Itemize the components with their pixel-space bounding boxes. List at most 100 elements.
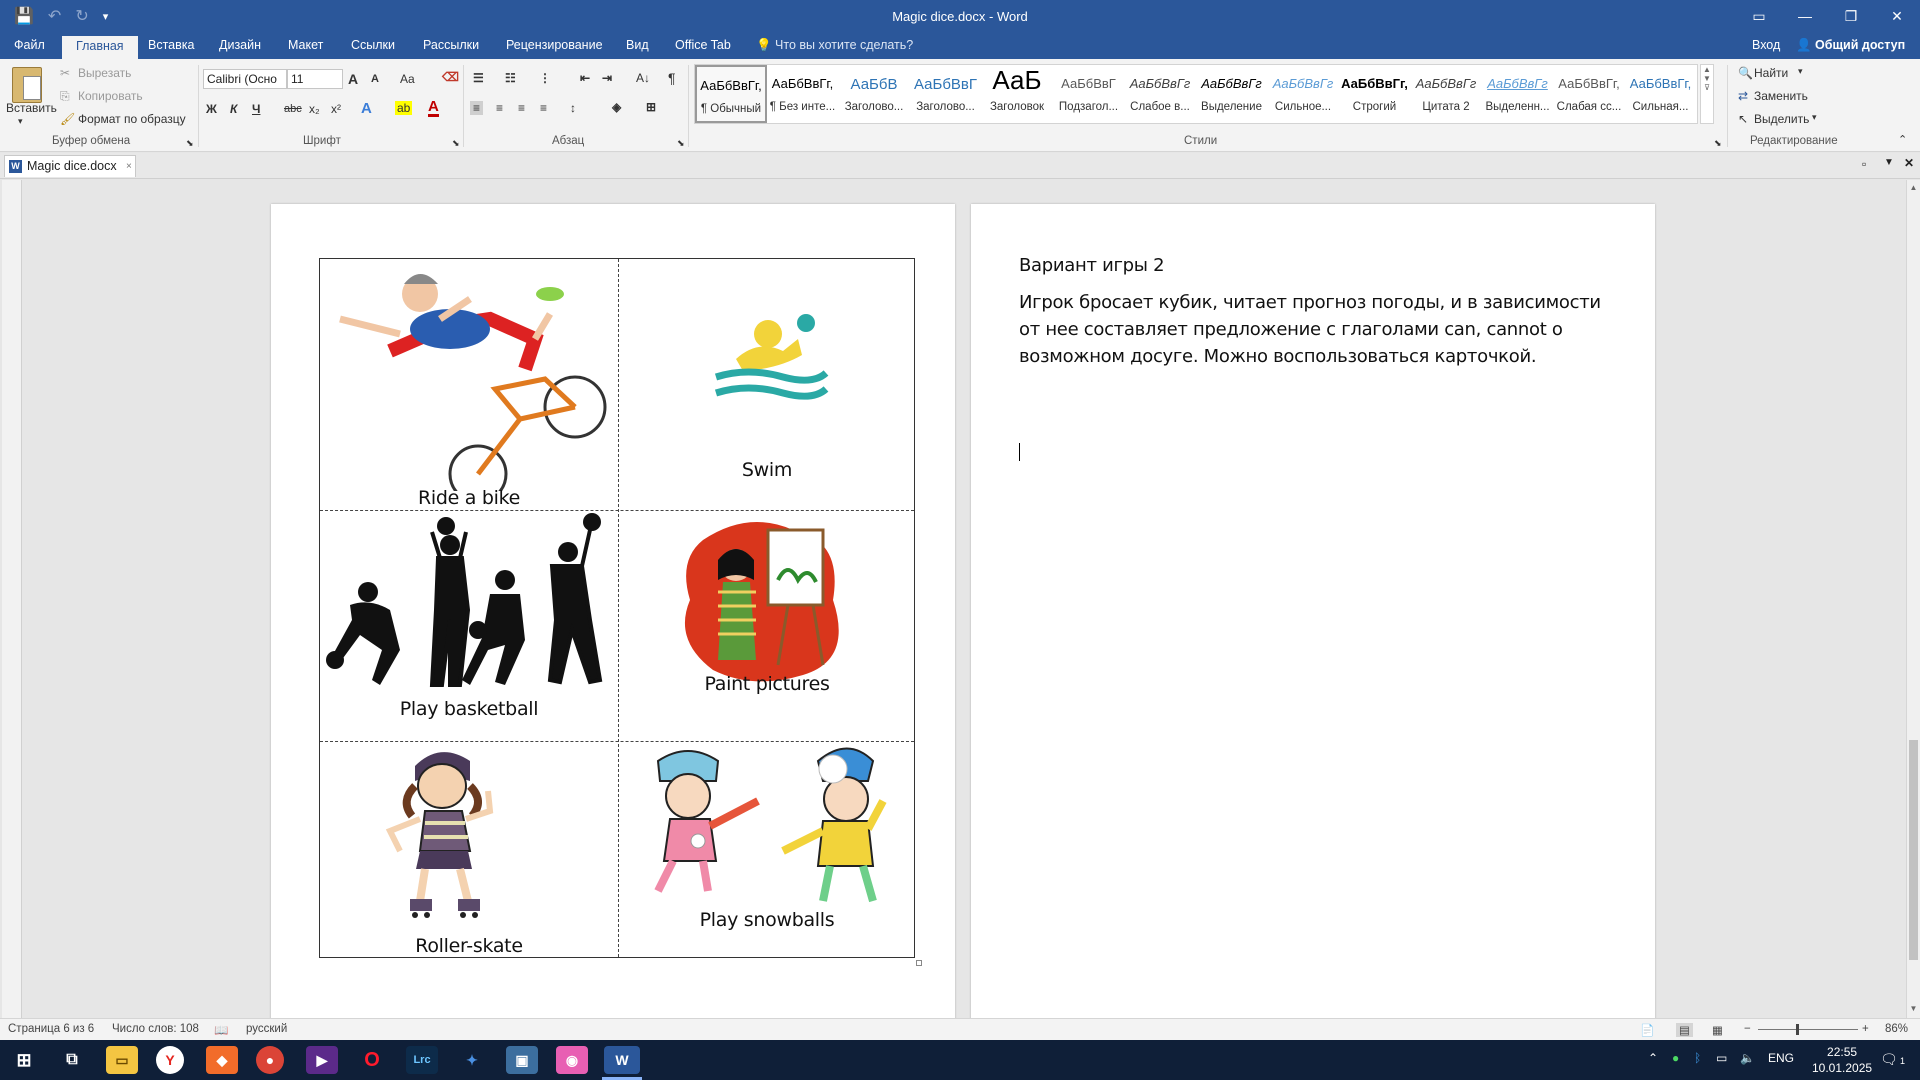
tray-app-icon[interactable]: ● [1672,1051,1679,1065]
close-all-icon[interactable]: ✕ [1904,156,1914,170]
shrink-font-icon[interactable]: A [371,73,379,85]
decrease-indent-icon[interactable]: ⇤ [580,71,590,85]
lightroom-icon[interactable]: Lrc [406,1046,438,1074]
word-count[interactable]: Число слов: 108 [112,1023,199,1035]
style-item[interactable]: АаБбВ Заголово... [838,65,910,123]
close-button[interactable]: ✕ [1874,0,1920,34]
align-right-icon[interactable]: ≡ [518,101,525,115]
copy-button[interactable]: Копировать [78,89,143,103]
web-layout-icon[interactable]: ▦ [1712,1023,1723,1037]
style-item[interactable]: АаБбВвГг, Строгий [1339,65,1411,123]
style-item[interactable]: АаБбВвГг Выделение [1196,65,1268,123]
minimize-button[interactable]: — [1782,0,1828,34]
video-editor-icon[interactable]: ▶ [306,1046,338,1074]
zoom-slider-thumb[interactable] [1796,1024,1799,1035]
input-language[interactable]: ENG [1768,1051,1794,1065]
app-icon[interactable]: ◉ [556,1046,588,1074]
numbering-icon[interactable]: ☷ [505,71,516,85]
word-taskbar-icon[interactable]: W [604,1046,640,1074]
collapse-ribbon-icon[interactable]: ⌃ [1898,133,1907,146]
superscript-button[interactable]: x² [331,102,341,116]
task-view-icon[interactable]: ⧉ [56,1046,88,1074]
strikethrough-button[interactable]: abc [284,103,302,115]
clear-formatting-icon[interactable]: ⌫ [442,70,459,84]
paragraph-launcher-icon[interactable]: ⬊ [677,138,685,149]
tab-home[interactable]: Главная [62,36,138,59]
tab-references[interactable]: Ссылки [351,38,395,52]
text-effects-icon[interactable]: A [361,100,372,117]
clock[interactable]: 22:55 10.01.2025 [1812,1044,1872,1076]
find-icon[interactable]: 🔍 [1738,66,1753,80]
underline-button[interactable]: Ч [252,102,260,116]
justify-icon[interactable]: ≡ [540,101,547,115]
italic-button[interactable]: К [230,102,237,116]
file-explorer-icon[interactable]: ▭ [106,1046,138,1074]
new-tab-icon[interactable]: ▫ [1862,157,1866,171]
windows-start-icon[interactable]: ⊞ [8,1046,40,1074]
find-button[interactable]: Найти [1754,66,1788,80]
sort-icon[interactable]: A↓ [636,71,650,85]
font-name-combo[interactable]: Calibri (Осно [203,69,287,89]
vertical-scrollbar[interactable]: ▲ ▼ [1906,180,1920,1018]
highlight-color-icon[interactable]: ab [395,101,413,115]
select-dropdown-icon[interactable]: ▾ [1812,112,1817,123]
replace-button[interactable]: Заменить [1754,89,1808,103]
language-indicator[interactable]: русский [246,1023,287,1035]
scroll-up-arrow[interactable]: ▲ [1907,183,1920,192]
table-resize-handle[interactable] [916,960,922,966]
network-icon[interactable]: ▭ [1716,1051,1727,1065]
yandex-browser-icon[interactable]: Y [156,1046,184,1074]
scroll-down-arrow[interactable]: ▼ [1907,1004,1920,1013]
tab-design[interactable]: Дизайн [219,38,261,52]
restore-button[interactable]: ❐ [1828,0,1874,34]
tab-review[interactable]: Рецензирование [506,38,603,52]
borders-icon[interactable]: ⊞ [646,100,656,114]
increase-indent-icon[interactable]: ⇥ [602,71,612,85]
style-item[interactable]: АаБбВвГг Сильное... [1267,65,1339,123]
style-item[interactable]: АаБбВвГ Заголово... [910,65,982,123]
volume-icon[interactable]: 🔈 [1740,1051,1755,1065]
format-painter-icon[interactable]: 🖌 [60,112,75,126]
tab-view[interactable]: Вид [626,38,649,52]
grow-font-icon[interactable]: A [348,71,358,87]
style-item[interactable]: АаБбВвГг Цитата 2 [1410,65,1482,123]
style-item[interactable]: АаБ Заголовок [981,65,1053,123]
print-layout-icon[interactable]: ▤ [1676,1023,1693,1037]
cut-button[interactable]: Вырезать [78,66,131,80]
bluetooth-icon[interactable]: ᛒ [1694,1051,1701,1065]
bullets-icon[interactable]: ☰ [473,71,484,85]
style-item[interactable]: АаБбВвГг, Слабая сс... [1553,65,1625,123]
copy-icon[interactable]: ⎘ [60,89,70,104]
ribbon-display-icon[interactable]: ▭ [1736,0,1782,34]
show-marks-icon[interactable]: ¶ [668,70,676,86]
opera-icon[interactable]: O [356,1046,388,1074]
sign-in-link[interactable]: Вход [1752,38,1780,52]
notifications-icon[interactable]: 🗨 [1880,1051,1898,1068]
style-item[interactable]: АаБбВвГг, ¶ Обычный [695,65,767,123]
bold-button[interactable]: Ж [206,102,217,116]
paste-button[interactable]: Вставить [6,101,57,115]
style-item[interactable]: АаБбВвГг, Сильная... [1625,65,1697,123]
tab-layout[interactable]: Макет [288,38,323,52]
tab-list-icon[interactable]: ▼ [1884,157,1894,168]
read-mode-icon[interactable]: 📄 [1640,1023,1654,1037]
tell-me-search[interactable]: 💡 Что вы хотите сделать? [756,38,913,53]
zoom-in-icon[interactable]: + [1862,1023,1869,1035]
font-size-combo[interactable]: 11 [287,69,343,89]
change-case-icon[interactable]: Aa [400,72,415,86]
tab-file[interactable]: Файл [14,38,45,52]
document-tab[interactable]: W Magic dice.docx × [4,155,136,177]
proofing-icon[interactable]: 📖 [214,1023,228,1037]
page-count[interactable]: Страница 6 из 6 [8,1023,94,1035]
styles-gallery-scroll[interactable]: ▲ ▼ ⊽ [1700,64,1714,124]
zoom-slider[interactable] [1758,1029,1858,1030]
paste-dropdown-icon[interactable]: ▾ [18,116,23,127]
tab-office-tab[interactable]: Office Tab [675,38,731,52]
shading-icon[interactable]: ◈ [612,100,621,114]
style-item[interactable]: АаБбВвГг Выделенн... [1482,65,1554,123]
app-icon[interactable]: ▣ [506,1046,538,1074]
clipboard-launcher-icon[interactable]: ⬊ [186,138,194,149]
chrome-icon[interactable]: ● [256,1046,284,1074]
style-item[interactable]: АаБбВвГг, ¶ Без инте... [767,65,839,123]
tab-insert[interactable]: Вставка [148,38,194,52]
